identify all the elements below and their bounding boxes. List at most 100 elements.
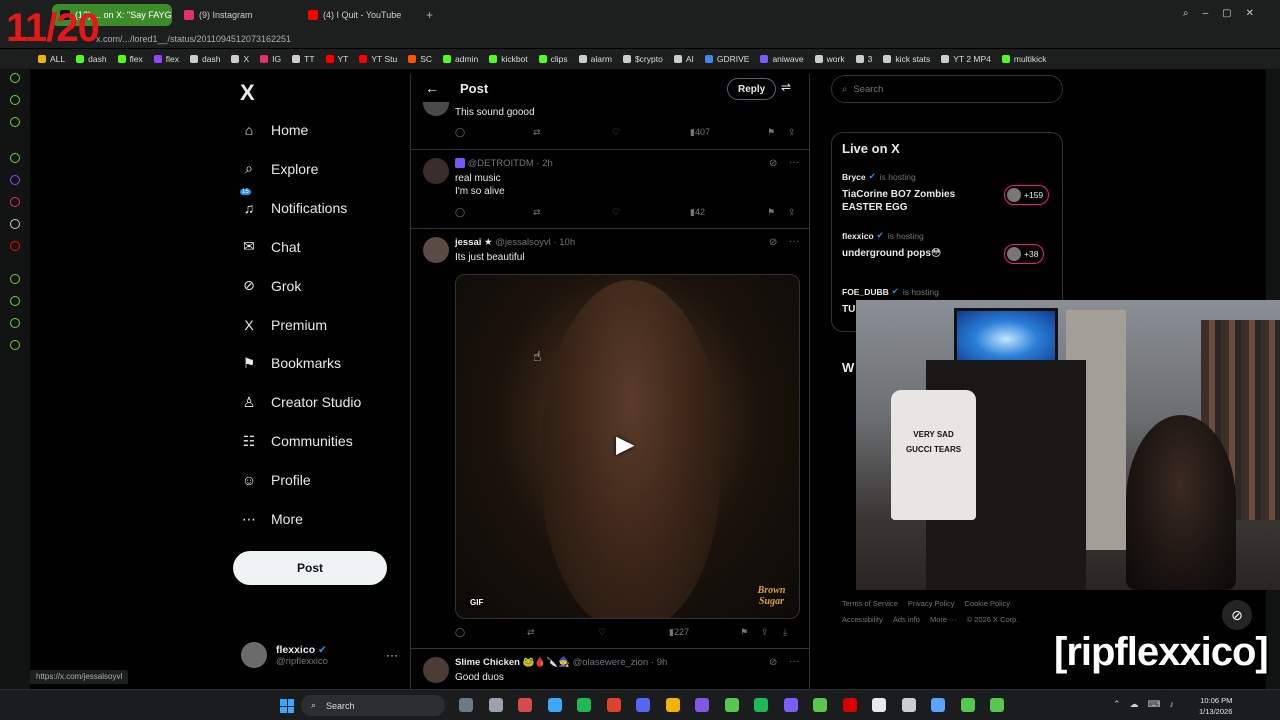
- nav-item-notifications[interactable]: 15 ♫ Notifications: [240, 188, 390, 220]
- nav-item-profile[interactable]: ☺ Profile: [240, 468, 390, 492]
- sidebar-app-icon[interactable]: [10, 318, 20, 328]
- gif-media[interactable]: ▶ GIF Brown Sugar: [455, 274, 800, 619]
- taskbar-app-icon[interactable]: [813, 698, 827, 712]
- taskbar-app-icon[interactable]: [872, 698, 886, 712]
- taskbar-app-icon[interactable]: [488, 698, 503, 712]
- windows-start-icon[interactable]: [280, 699, 294, 713]
- bookmark-item[interactable]: $crypto: [622, 54, 663, 64]
- bookmark-item[interactable]: flex: [117, 54, 143, 64]
- reply-tweet[interactable]: This sound goood ◯ ⇄ ♡ ▮ 407 ⚑ ⇪: [411, 102, 809, 150]
- taskbar-app-icon[interactable]: [547, 698, 562, 712]
- bookmark-icon[interactable]: ⚑: [740, 627, 748, 638]
- grok-icon[interactable]: ⊘: [769, 657, 777, 668]
- taskbar-app-icon[interactable]: [606, 698, 621, 712]
- bookmark-item[interactable]: dash: [76, 54, 107, 64]
- footer-link[interactable]: More ···: [930, 615, 957, 624]
- sidebar-app-icon[interactable]: [10, 73, 20, 83]
- address-bar[interactable]: x.com/.../lored1__/status/20110945120731…: [0, 30, 1280, 48]
- taskbar-app-icon[interactable]: [665, 698, 680, 712]
- footer-link[interactable]: Terms of Service: [842, 599, 898, 608]
- settings-icon[interactable]: [10, 340, 20, 350]
- bookmark-item[interactable]: YT Stu: [359, 54, 397, 64]
- filter-icon[interactable]: ⇌: [781, 80, 791, 94]
- tab-instagram[interactable]: (9) Instagram: [176, 4, 296, 26]
- system-tray[interactable]: ⌃☁⌨♪: [1113, 699, 1183, 710]
- account-switcher[interactable]: flexxico ✔ @ripflexxico ···: [241, 642, 398, 668]
- nav-item-explore[interactable]: ⌕ Explore: [240, 157, 390, 181]
- tweet-author[interactable]: jessai ★: [455, 237, 493, 248]
- reply-icon[interactable]: ◯: [455, 207, 465, 218]
- live-item[interactable]: flexxico ✔ is hosting underground pops😳 +3…: [842, 230, 1057, 264]
- bookmark-item[interactable]: aniwave: [760, 54, 804, 64]
- footer-link[interactable]: Ads info: [893, 615, 920, 624]
- sidebar-app-icon[interactable]: [10, 117, 20, 127]
- download-icon[interactable]: ⤓: [783, 627, 787, 638]
- bookmark-item[interactable]: YT 2 MP4: [941, 54, 991, 64]
- nav-item-bookmarks[interactable]: ⚑ Bookmarks: [240, 351, 390, 375]
- more-options-icon[interactable]: ···: [789, 656, 799, 667]
- bookmark-item[interactable]: AI: [673, 54, 694, 64]
- instagram-icon[interactable]: [10, 197, 20, 207]
- bookmark-item[interactable]: IG: [260, 54, 281, 64]
- taskbar-app-icon[interactable]: [842, 698, 857, 712]
- repost-icon[interactable]: ⇄: [527, 627, 535, 638]
- taskbar-app-icon[interactable]: [990, 698, 1004, 712]
- footer-link[interactable]: Cookie Policy: [965, 599, 1010, 608]
- taskbar-app-icon[interactable]: [724, 698, 739, 712]
- play-icon[interactable]: ▶: [616, 430, 634, 459]
- taskbar-app-icon[interactable]: [754, 698, 768, 712]
- grok-icon[interactable]: ⊘: [769, 158, 777, 169]
- reply-icon[interactable]: ◯: [455, 127, 465, 138]
- nav-item-grok[interactable]: ⊘ Grok: [240, 274, 390, 298]
- bookmark-item[interactable]: GDRIVE: [704, 54, 749, 64]
- bookmark-item[interactable]: work: [814, 54, 845, 64]
- bookmark-item[interactable]: ALL: [38, 54, 65, 64]
- reply-tweet[interactable]: @DETROITDM · 2h ⊘ ··· real music I'm so …: [411, 150, 809, 229]
- reply-button[interactable]: Reply: [727, 78, 777, 100]
- taskbar-app-icon[interactable]: [518, 698, 532, 712]
- nav-item-premium[interactable]: X Premium: [240, 313, 390, 337]
- bookmark-item[interactable]: admin: [443, 54, 478, 64]
- sidebar-app-icon[interactable]: [10, 95, 20, 105]
- share-icon[interactable]: ⇪: [788, 207, 796, 218]
- bookmark-item[interactable]: TT: [292, 54, 315, 64]
- bookmark-item[interactable]: SC: [408, 54, 432, 64]
- views-count[interactable]: ▮ 407: [690, 127, 710, 138]
- post-button[interactable]: Post: [233, 551, 387, 585]
- nav-item-creator-studio[interactable]: ♙ Creator Studio: [240, 390, 390, 414]
- bookmark-item[interactable]: kick stats: [883, 54, 930, 64]
- bookmark-icon[interactable]: ⚑: [767, 127, 775, 138]
- more-options-icon[interactable]: ···: [386, 648, 398, 662]
- new-tab-button[interactable]: +: [426, 8, 433, 22]
- tweet-handle[interactable]: @DETROITDM: [468, 158, 534, 169]
- nav-item-communities[interactable]: ☷ Communities: [240, 429, 390, 453]
- taskbar-app-icon[interactable]: [901, 698, 916, 712]
- footer-link[interactable]: Privacy Policy: [908, 599, 955, 608]
- more-options-icon[interactable]: ···: [789, 236, 799, 247]
- taskbar-app-icon[interactable]: [695, 698, 709, 712]
- like-icon[interactable]: ♡: [598, 627, 606, 638]
- address-url[interactable]: x.com/.../lored1__/status/20110945120731…: [96, 34, 291, 44]
- bookmark-item[interactable]: clips: [538, 54, 568, 64]
- tab-youtube[interactable]: (4) I Quit - YouTube: [300, 4, 422, 26]
- repost-icon[interactable]: ⇄: [533, 207, 541, 218]
- nav-item-home[interactable]: ⌂ Home: [240, 118, 390, 142]
- footer-link[interactable]: Accessibility: [842, 615, 883, 624]
- sidebar-app-icon[interactable]: [10, 153, 20, 163]
- reply-tweet[interactable]: jessai ★ @jessalsoyvl · 10h ⊘ ··· Its ju…: [411, 229, 809, 649]
- views-count[interactable]: ▮ 227: [669, 627, 689, 638]
- share-icon[interactable]: ⇪: [788, 127, 796, 138]
- taskbar-app-icon[interactable]: [459, 698, 473, 712]
- youtube-icon[interactable]: [10, 241, 20, 251]
- bookmark-item[interactable]: alarm: [578, 54, 612, 64]
- grok-icon[interactable]: ⊘: [1222, 600, 1252, 630]
- grok-icon[interactable]: ⊘: [769, 237, 777, 248]
- bookmark-item[interactable]: dash: [190, 54, 220, 64]
- tweet-handle[interactable]: @jessalsoyvl: [495, 237, 551, 248]
- taskbar-app-icon[interactable]: [577, 698, 591, 712]
- clock-icon[interactable]: [10, 296, 20, 306]
- taskbar-clock[interactable]: 10:06 PM 1/13/2026: [1199, 695, 1232, 717]
- bookmark-item[interactable]: 3: [855, 54, 872, 64]
- repost-icon[interactable]: ⇄: [533, 127, 541, 138]
- x-logo-icon[interactable]: X: [240, 80, 255, 106]
